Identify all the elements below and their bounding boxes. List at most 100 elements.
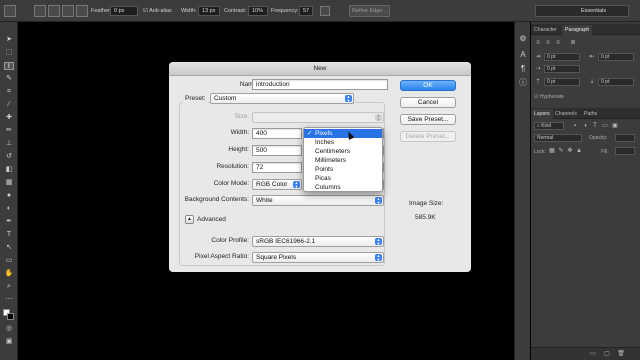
filter-adjustment-icon[interactable]: ◑ (581, 122, 589, 130)
hand-tool-icon[interactable]: ✋ (4, 270, 14, 278)
eraser-tool-icon[interactable]: ◧ (4, 166, 14, 174)
background-contents-select[interactable]: White ▲ ▼ (252, 195, 384, 206)
filter-pixel-icon[interactable]: ▪ (571, 122, 579, 130)
tab-paragraph[interactable]: Paragraph (562, 25, 593, 35)
lock-all-icon[interactable]: 🔒︎ (575, 147, 583, 155)
edit-toolbar-icon[interactable]: ⋯ (4, 296, 14, 304)
color-mode-select[interactable]: RGB Color ▲ ▼ (252, 179, 302, 190)
fill-input[interactable] (615, 147, 635, 155)
new-layer-icon[interactable]: ▢ (603, 350, 611, 358)
antialias-checkbox[interactable]: ☑ Anti-alias (143, 6, 172, 16)
tab-channels[interactable]: Channels (552, 109, 580, 119)
brush-tool-icon[interactable]: ✏ (4, 127, 14, 135)
quick-selection-tool-icon[interactable]: ✎ (4, 75, 14, 83)
new-selection-icon[interactable] (34, 5, 46, 17)
kind-label: Kind (541, 123, 552, 129)
feather-input[interactable]: 0 px (110, 6, 138, 16)
filter-type-icon[interactable]: T (591, 122, 599, 130)
background-color-swatch[interactable] (7, 313, 14, 320)
lock-image-icon[interactable]: ✎ (557, 147, 565, 155)
clone-stamp-tool-icon[interactable]: ⊥ (4, 140, 14, 148)
save-preset-button[interactable]: Save Preset... (400, 114, 456, 125)
contrast-input[interactable]: 10% (248, 6, 268, 16)
menu-item-centimeters[interactable]: Centimeters (304, 147, 382, 156)
quick-mask-icon[interactable]: ◎ (4, 325, 14, 333)
feather-label: Feather: (91, 8, 112, 14)
healing-brush-tool-icon[interactable]: ✚ (4, 114, 14, 122)
tablet-pressure-icon[interactable] (320, 6, 330, 16)
space-after-input[interactable]: 0 pt (598, 78, 634, 86)
screen-mode-icon[interactable]: ▣ (4, 338, 14, 346)
pixel-aspect-ratio-select[interactable]: Square Pixels ▲ ▼ (252, 252, 384, 263)
zoom-tool-icon[interactable]: ⌕ (4, 283, 14, 291)
name-input[interactable]: introduction (252, 79, 388, 90)
pen-tool-icon[interactable]: ✒ (4, 218, 14, 226)
cancel-button[interactable]: Cancel (400, 97, 456, 108)
workspace-switcher[interactable]: Essentials (535, 5, 629, 17)
dodge-tool-icon[interactable]: ◐ (4, 205, 14, 213)
indent-left-input[interactable]: 0 pt (544, 53, 580, 61)
new-group-icon[interactable]: ▭ (589, 350, 597, 358)
ok-button[interactable]: OK (400, 80, 456, 91)
hyphenate-checkbox[interactable]: ☑ Hyphenate (534, 94, 564, 100)
indent-right-input[interactable]: 0 pt (598, 53, 634, 61)
add-to-selection-icon[interactable] (48, 5, 60, 17)
tab-paths[interactable]: Paths (581, 109, 600, 119)
frequency-input[interactable]: 57 (299, 6, 313, 16)
eyedropper-tool-icon[interactable]: ⁄ (4, 101, 14, 109)
width-input[interactable]: 13 px (198, 6, 220, 16)
shape-tool-icon[interactable]: ▭ (4, 257, 14, 265)
delete-layer-icon[interactable]: 🗑︎ (617, 350, 625, 358)
tab-character[interactable]: Character (531, 25, 560, 35)
advanced-disclosure-button[interactable]: ▲ (185, 215, 194, 224)
align-left-icon[interactable]: ≡ (534, 39, 542, 47)
filter-shape-icon[interactable]: ▭ (601, 122, 609, 130)
align-right-icon[interactable]: ≡ (554, 39, 562, 47)
lock-position-icon[interactable]: ✥ (566, 147, 574, 155)
color-profile-label: Color Profile: (211, 237, 249, 244)
menu-item-columns[interactable]: Columns (304, 183, 382, 192)
blur-tool-icon[interactable]: ● (4, 192, 14, 200)
filter-smart-object-icon[interactable]: ▣ (611, 122, 619, 130)
intersect-selection-icon[interactable] (76, 5, 88, 17)
pixel-aspect-ratio-label: Pixel Aspect Ratio: (194, 253, 249, 260)
paragraph-panel-icon[interactable]: ¶ (518, 64, 528, 74)
info-panel-icon[interactable]: ⓘ (518, 78, 528, 88)
crop-tool-icon[interactable]: ⌗ (4, 88, 14, 96)
menu-item-millimeters[interactable]: Millimeters (304, 156, 382, 165)
lock-transparent-icon[interactable]: ▦ (548, 147, 556, 155)
chevron-updown-icon: ▲▼ (375, 253, 382, 262)
preset-select[interactable]: Custom ▲ ▼ (210, 93, 354, 104)
gradient-tool-icon[interactable]: ▦ (4, 179, 14, 187)
dialog-title: New (169, 62, 471, 76)
menu-item-pixels[interactable]: ✓ Pixels (304, 129, 382, 138)
width-input[interactable]: 400 (252, 128, 302, 139)
menu-item-inches[interactable]: Inches (304, 138, 382, 147)
menu-item-picas[interactable]: Picas (304, 174, 382, 183)
path-selection-tool-icon[interactable]: ↖ (4, 244, 14, 252)
history-brush-tool-icon[interactable]: ↺ (4, 153, 14, 161)
menu-item-points[interactable]: Points (304, 165, 382, 174)
blend-mode-select[interactable]: Normal (534, 134, 582, 142)
justify-icon[interactable]: ≣ (569, 39, 577, 47)
space-before-input[interactable]: 0 pt (544, 78, 580, 86)
resolution-input[interactable]: 72 (252, 162, 302, 173)
character-panel-icon[interactable]: A (518, 50, 528, 60)
history-panel-icon[interactable]: ⚙ (518, 34, 528, 44)
move-tool-icon[interactable]: ➤ (4, 36, 14, 44)
lasso-tool-icon[interactable]: ℓ (4, 62, 14, 70)
tab-layers[interactable]: Layers (531, 109, 553, 119)
first-line-indent-input[interactable]: 0 pt (544, 65, 580, 73)
height-input[interactable]: 500 (252, 145, 302, 156)
delete-preset-button: Delete Preset... (400, 131, 456, 142)
chevron-updown-icon: ▲▼ (293, 180, 300, 189)
align-center-icon[interactable]: ≡ (544, 39, 552, 47)
lasso-tool-preset-icon[interactable] (4, 5, 16, 17)
marquee-tool-icon[interactable]: ⬚ (4, 49, 14, 57)
refine-edge-button[interactable]: Refine Edge... (349, 5, 390, 17)
opacity-input[interactable] (615, 134, 635, 142)
color-profile-select[interactable]: sRGB IEC61966-2.1 ▲ ▼ (252, 236, 384, 247)
subtract-from-selection-icon[interactable] (62, 5, 74, 17)
layer-filter-kind[interactable]: ⌕ Kind (534, 122, 564, 130)
type-tool-icon[interactable]: T (4, 231, 14, 239)
